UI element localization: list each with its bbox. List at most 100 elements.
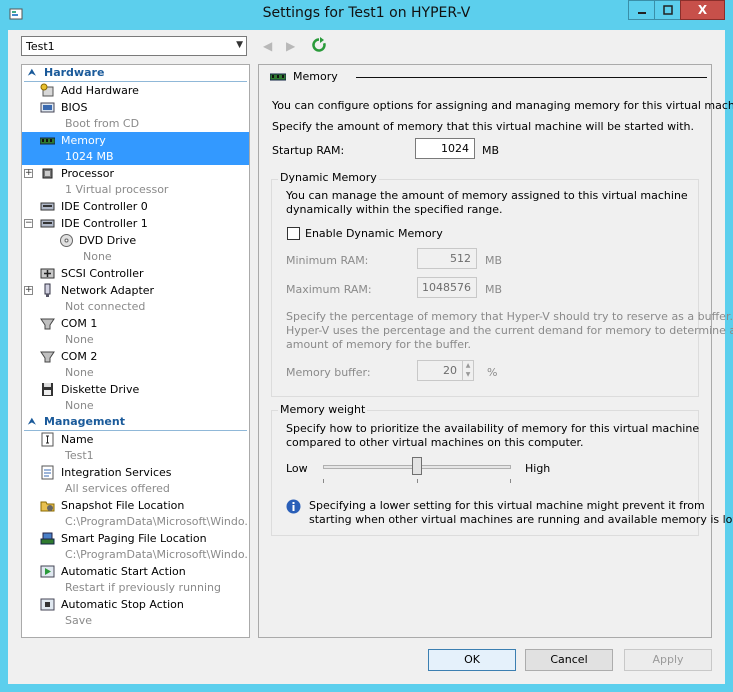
sidebar-item-add-hardware[interactable]: Add Hardware [22, 82, 249, 99]
minimum-ram-input[interactable]: 512 [417, 248, 477, 269]
sidebar-item-name[interactable]: Name Test1 [22, 431, 249, 464]
title-bar: Settings for Test1 on HYPER-V X [0, 0, 733, 30]
sidebar-item-detail: C:\ProgramData\Microsoft\Windo... [65, 548, 250, 561]
scsi-controller-icon [40, 268, 55, 279]
sidebar-item-processor[interactable]: + Processor 1 Virtual processor [22, 165, 249, 198]
auto-stop-icon [40, 598, 55, 611]
sidebar-item-label: Add Hardware [61, 84, 139, 97]
processor-icon [42, 168, 53, 179]
sidebar-item-automatic-start-action[interactable]: Automatic Start Action Restart if previo… [22, 563, 249, 596]
maximum-ram-input[interactable]: 1048576 [417, 277, 477, 298]
management-section-header[interactable]: ⮝ Management [24, 414, 247, 431]
network-adapter-icon [44, 283, 51, 297]
maximize-icon [662, 5, 673, 15]
header-divider [356, 77, 707, 78]
weight-desc-line1: Specify how to prioritize the availabili… [286, 422, 700, 435]
weight-high-label: High [525, 462, 551, 475]
expand-plus-icon[interactable]: + [24, 169, 33, 178]
window-controls: X [628, 0, 725, 21]
memory-weight-title: Memory weight [278, 403, 368, 416]
buffer-desc-line1: Specify the percentage of memory that Hy… [286, 310, 733, 323]
slider-tick [323, 479, 324, 483]
cancel-button[interactable]: Cancel [525, 649, 613, 671]
minimum-ram-unit: MB [485, 254, 503, 267]
memory-intro-text: You can configure options for assigning … [272, 99, 733, 112]
hardware-header-label: Hardware [44, 66, 105, 79]
maximize-button[interactable] [654, 0, 681, 20]
slider-tick [510, 479, 511, 483]
bios-icon [40, 102, 55, 113]
diskette-drive-icon [42, 383, 53, 396]
com-port-icon [40, 351, 55, 363]
memory-weight-slider-thumb[interactable] [412, 457, 422, 475]
vm-select-value: Test1 [26, 40, 55, 53]
sidebar-item-detail: Not connected [65, 300, 146, 313]
startup-ram-input[interactable]: 1024 [415, 138, 475, 159]
sidebar-item-detail: None [83, 250, 112, 263]
sidebar-item-bios[interactable]: BIOS Boot from CD [22, 99, 249, 132]
sidebar-item-detail: All services offered [65, 482, 170, 495]
sidebar-item-com-1[interactable]: COM 1 None [22, 315, 249, 348]
sidebar-item-snapshot-file-location[interactable]: Snapshot File Location C:\ProgramData\Mi… [22, 497, 249, 530]
maximum-ram-label: Maximum RAM: [286, 283, 372, 296]
back-arrow-icon[interactable]: ◀ [263, 39, 272, 53]
sidebar-item-label: IDE Controller 0 [61, 200, 148, 213]
dynamic-memory-title: Dynamic Memory [278, 171, 379, 184]
memory-settings-panel: Memory You can configure options for ass… [258, 64, 733, 638]
sidebar-item-detail: None [65, 333, 94, 346]
weight-info-line2: starting when other virtual machines are… [309, 513, 733, 526]
window-client: Test1 ▼ ◀ ▶ ⮝ Hardware Add Hardware BIOS … [8, 30, 733, 684]
memory-buffer-input[interactable]: 20 [417, 360, 463, 381]
sidebar-item-detail: Restart if previously running [65, 581, 221, 594]
apply-button[interactable]: Apply [624, 649, 712, 671]
sidebar-item-label: DVD Drive [79, 234, 137, 247]
refresh-icon[interactable] [311, 37, 327, 53]
settings-tree: ⮝ Hardware Add Hardware BIOS Boot from CD… [21, 64, 250, 638]
minimize-icon [637, 12, 646, 14]
sidebar-item-com-2[interactable]: COM 2 None [22, 348, 249, 381]
memory-buffer-spinner[interactable]: ▲ ▼ [462, 360, 474, 381]
maximum-ram-unit: MB [485, 283, 503, 296]
sidebar-item-dvd-drive[interactable]: DVD Drive None [22, 232, 249, 265]
sidebar-item-label: COM 1 [61, 317, 98, 330]
smart-paging-icon [40, 532, 55, 545]
dvd-drive-icon [60, 234, 73, 247]
sidebar-item-ide-controller-1[interactable]: − IDE Controller 1 [22, 215, 249, 232]
close-button[interactable]: X [680, 0, 725, 20]
sidebar-item-memory[interactable]: Memory 1024 MB [22, 132, 249, 165]
minimize-button[interactable] [628, 0, 655, 20]
enable-dynamic-memory-checkbox[interactable] [287, 227, 300, 240]
vm-select[interactable]: Test1 ▼ [21, 36, 247, 56]
dynamic-desc-line2: dynamically within the specified range. [286, 203, 503, 216]
memory-buffer-label: Memory buffer: [286, 366, 371, 379]
sidebar-item-label: Processor [61, 167, 114, 180]
name-icon [41, 432, 54, 447]
hardware-section-header[interactable]: ⮝ Hardware [24, 65, 247, 82]
sidebar-item-network-adapter[interactable]: + Network Adapter Not connected [22, 282, 249, 315]
com-port-icon [40, 318, 55, 330]
settings-window: Settings for Test1 on HYPER-V X Test1 ▼ … [0, 0, 733, 692]
collapse-chevron-icon: ⮝ [28, 68, 36, 78]
expand-plus-icon[interactable]: + [24, 286, 33, 295]
sidebar-item-automatic-stop-action[interactable]: Automatic Stop Action Save [22, 596, 249, 629]
sidebar-item-label: IDE Controller 1 [61, 217, 148, 230]
weight-info-line1: Specifying a lower setting for this virt… [309, 499, 705, 512]
sidebar-item-label: Automatic Stop Action [61, 598, 184, 611]
panel-title: Memory [293, 70, 338, 83]
sidebar-item-scsi-controller[interactable]: SCSI Controller [22, 265, 249, 282]
sidebar-item-label: Name [61, 433, 94, 446]
sidebar-item-label: Snapshot File Location [61, 499, 185, 512]
ok-button[interactable]: OK [428, 649, 516, 671]
sidebar-item-smart-paging-file-location[interactable]: Smart Paging File Location C:\ProgramDat… [22, 530, 249, 563]
sidebar-item-label: Diskette Drive [61, 383, 140, 396]
sidebar-item-diskette-drive[interactable]: Diskette Drive None [22, 381, 249, 414]
sidebar-item-label: Smart Paging File Location [61, 532, 207, 545]
info-icon [286, 499, 301, 514]
ide-controller-icon [40, 219, 55, 228]
sidebar-item-ide-controller-0[interactable]: IDE Controller 0 [22, 198, 249, 215]
collapse-minus-icon[interactable]: − [24, 219, 33, 228]
forward-arrow-icon[interactable]: ▶ [286, 39, 295, 53]
memory-icon [40, 137, 55, 145]
startup-ram-unit: MB [482, 144, 500, 157]
sidebar-item-integration-services[interactable]: Integration Services All services offere… [22, 464, 249, 497]
